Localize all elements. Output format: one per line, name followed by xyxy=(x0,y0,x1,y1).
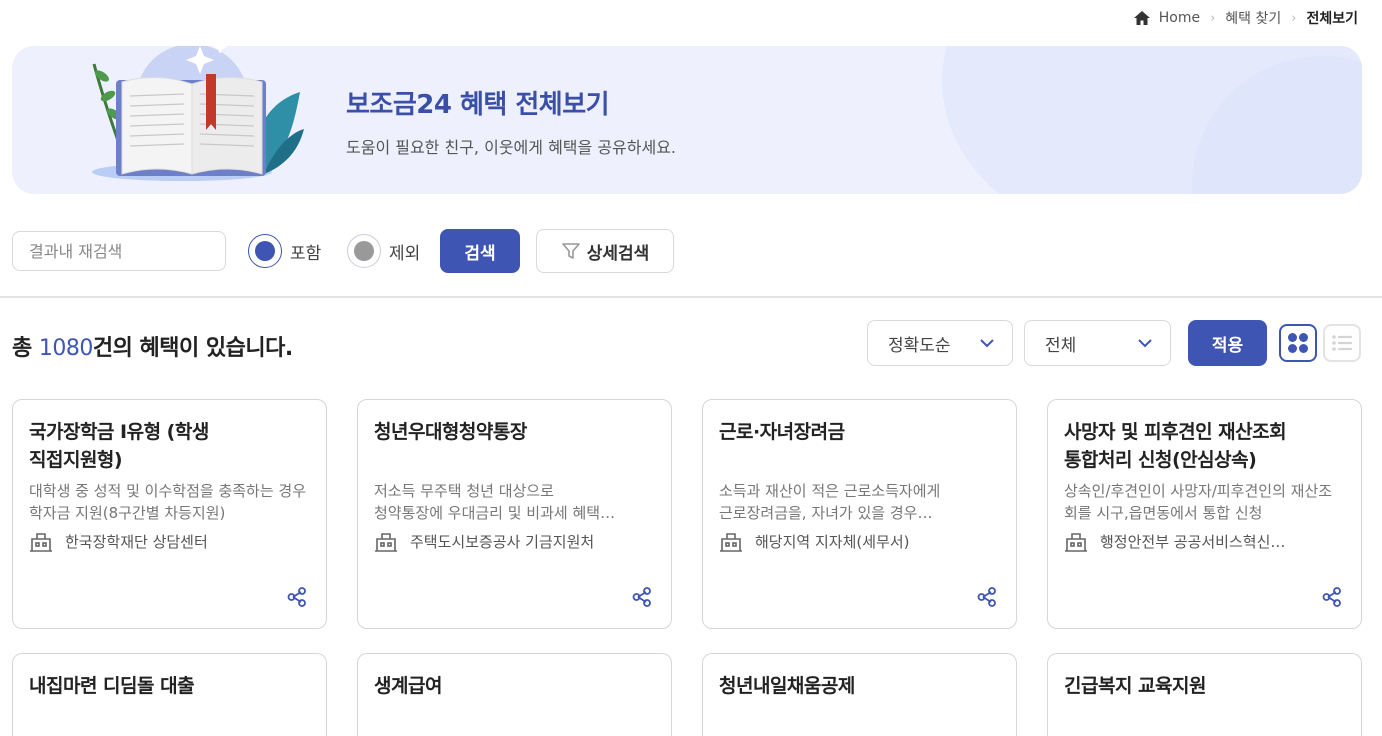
benefit-card[interactable]: 내집마련 디딤돌 대출 xyxy=(12,653,327,736)
card-organization-name: 행정안전부 공공서비스혁신… xyxy=(1100,532,1286,551)
detail-search-label: 상세검색 xyxy=(586,243,650,264)
filter-icon xyxy=(561,243,580,259)
open-book-illustration xyxy=(92,46,304,181)
card-title[interactable]: 청년내일채움공제 xyxy=(719,672,1000,700)
share-icon[interactable] xyxy=(1321,586,1343,608)
card-title[interactable]: 생계급여 xyxy=(374,672,655,700)
radio-selected-icon xyxy=(248,234,282,268)
breadcrumb: Home › 혜택 찾기 › 전체보기 xyxy=(1133,8,1358,28)
detail-search-button[interactable]: 상세검색 xyxy=(536,229,674,273)
grid-view-icon xyxy=(1288,333,1308,353)
card-organization: 해당지역 지자체(세무서) xyxy=(719,530,1000,552)
result-count-number: 1080 xyxy=(38,336,94,361)
breadcrumb-benefit-search-link[interactable]: 혜택 찾기 xyxy=(1225,8,1281,28)
card-organization: 주택도시보증공사 기금지원처 xyxy=(374,530,655,552)
card-title[interactable]: 청년우대형청약통장 xyxy=(374,418,655,446)
grid-view-button[interactable] xyxy=(1279,324,1317,362)
sort-select-value: 정확도순 xyxy=(888,335,951,356)
share-icon[interactable] xyxy=(631,586,653,608)
share-icon[interactable] xyxy=(286,586,308,608)
breadcrumb-home-label: Home xyxy=(1158,10,1201,26)
benefit-card[interactable]: 국가장학금 Ⅰ유형 (학생 직접지원형) 대학생 중 성적 및 이수학점을 충족… xyxy=(12,399,327,629)
card-organization-name: 한국장학재단 상담센터 xyxy=(65,532,208,551)
list-view-button[interactable] xyxy=(1323,324,1361,362)
breadcrumb-separator-icon: › xyxy=(1210,10,1216,26)
page-subtitle: 도움이 필요한 친구, 이웃에게 혜택을 공유하세요. xyxy=(346,138,677,157)
building-icon xyxy=(720,533,742,552)
building-icon xyxy=(375,533,397,552)
result-count-suffix: 건의 혜택이 있습니다. xyxy=(92,336,293,361)
benefit-card[interactable]: 근로·자녀장려금 소득과 재산이 적은 근로소득자에게 근로장려금을, 자녀가 … xyxy=(702,399,1017,629)
breadcrumb-home-link[interactable]: Home xyxy=(1133,10,1200,26)
result-count-text: 총 1080건의 혜택이 있습니다. xyxy=(12,330,293,362)
home-icon xyxy=(1133,11,1150,25)
breadcrumb-separator-icon: › xyxy=(1291,10,1297,26)
benefit-card[interactable]: 청년내일채움공제 xyxy=(702,653,1017,736)
category-select[interactable]: 전체 xyxy=(1024,320,1171,366)
radio-unselected-icon xyxy=(347,234,381,268)
apply-button[interactable]: 적용 xyxy=(1188,320,1267,366)
include-radio[interactable]: 포함 xyxy=(248,233,321,269)
page-banner: 보조금24 혜택 전체보기 도움이 필요한 친구, 이웃에게 혜택을 공유하세요… xyxy=(12,46,1362,194)
share-icon[interactable] xyxy=(976,586,998,608)
card-title[interactable]: 근로·자녀장려금 xyxy=(719,418,1000,446)
card-description: 소득과 재산이 적은 근로소득자에게 근로장려금을, 자녀가 있을 경우… xyxy=(719,482,941,522)
benefit-card[interactable]: 생계급여 xyxy=(357,653,672,736)
exclude-radio-label: 제외 xyxy=(389,243,421,264)
card-title[interactable]: 국가장학금 Ⅰ유형 (학생 직접지원형) xyxy=(29,418,310,474)
chevron-down-icon xyxy=(1138,339,1152,348)
refine-search-input[interactable] xyxy=(12,231,226,271)
card-title[interactable]: 사망자 및 피후견인 재산조회 통합처리 신청(안심상속) xyxy=(1064,418,1345,474)
exclude-radio[interactable]: 제외 xyxy=(347,233,420,269)
card-organization: 한국장학재단 상담센터 xyxy=(29,530,310,552)
card-organization-name: 주택도시보증공사 기금지원처 xyxy=(410,532,595,551)
card-title[interactable]: 긴급복지 교육지원 xyxy=(1064,672,1345,700)
section-divider xyxy=(0,296,1382,298)
category-select-value: 전체 xyxy=(1045,335,1077,356)
breadcrumb-current: 전체보기 xyxy=(1306,11,1358,27)
card-description: 상속인/후견인이 사망자/피후견인의 재산조회를 시구,읍면동에서 통합 신청 xyxy=(1064,482,1333,522)
benefit-card[interactable]: 긴급복지 교육지원 xyxy=(1047,653,1362,736)
benefit-card[interactable]: 사망자 및 피후견인 재산조회 통합처리 신청(안심상속) 상속인/후견인이 사… xyxy=(1047,399,1362,629)
include-radio-label: 포함 xyxy=(290,243,322,264)
result-count-prefix: 총 xyxy=(12,336,39,361)
benefit-card[interactable]: 청년우대형청약통장 저소득 무주택 청년 대상으로 청약통장에 우대금리 및 비… xyxy=(357,399,672,629)
page-title: 보조금24 혜택 전체보기 xyxy=(346,90,610,120)
list-view-icon xyxy=(1332,335,1353,351)
card-title[interactable]: 내집마련 디딤돌 대출 xyxy=(29,672,310,700)
building-icon xyxy=(1065,533,1087,552)
card-description: 저소득 무주택 청년 대상으로 청약통장에 우대금리 및 비과세 혜택… xyxy=(374,482,616,522)
building-icon xyxy=(30,533,52,552)
card-description: 대학생 중 성적 및 이수학점을 충족하는 경우 학자금 지원(8구간별 차등지… xyxy=(29,482,307,522)
search-button[interactable]: 검색 xyxy=(440,229,520,273)
card-organization: 행정안전부 공공서비스혁신… xyxy=(1064,530,1345,552)
sort-select[interactable]: 정확도순 xyxy=(867,320,1013,366)
card-organization-name: 해당지역 지자체(세무서) xyxy=(755,532,910,551)
chevron-down-icon xyxy=(980,339,994,348)
